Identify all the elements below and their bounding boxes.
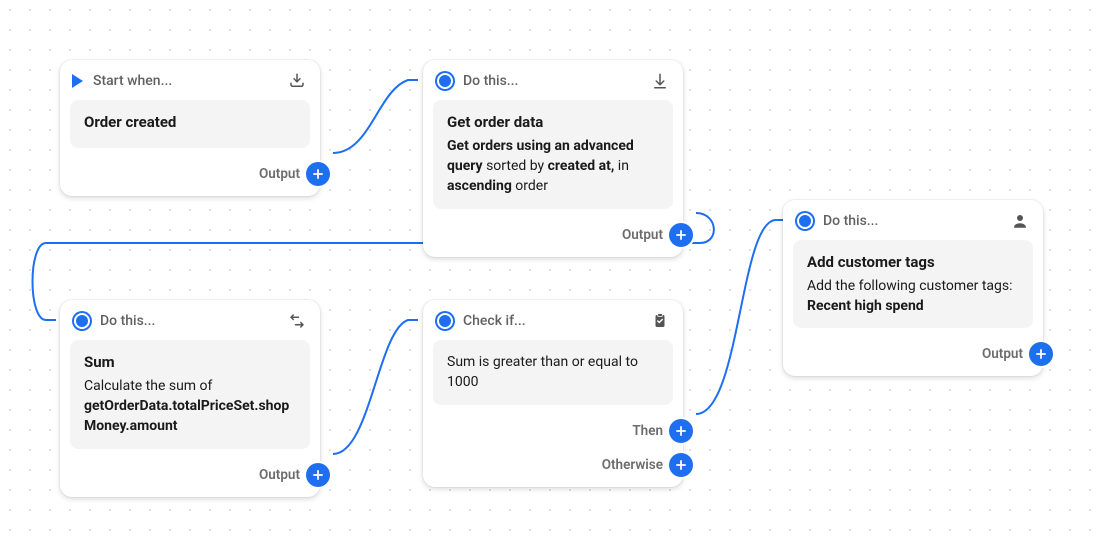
then-label: Then (632, 423, 663, 439)
node-dot-icon (437, 313, 453, 329)
add-output-button[interactable] (306, 162, 330, 186)
node-dot-icon (437, 73, 453, 89)
transform-icon (288, 312, 306, 330)
node-trigger[interactable]: Start when... Order created Output (60, 60, 320, 196)
node-add-customer-tags[interactable]: Do this... Add customer tags Add the fol… (783, 200, 1043, 376)
node-title: Get order data (447, 112, 659, 134)
node-desc: Add the following customer tags: Recent … (807, 276, 1019, 317)
node-title: Add customer tags (807, 252, 1019, 274)
play-icon (72, 74, 83, 88)
node-desc: Get orders using an advanced query sorte… (447, 136, 659, 197)
node-header-label: Do this... (463, 73, 518, 89)
add-then-button[interactable] (669, 419, 693, 443)
clipboard-icon (651, 312, 669, 330)
node-header-label: Do this... (100, 313, 155, 329)
output-label: Output (259, 166, 300, 182)
node-get-order-data[interactable]: Do this... Get order data Get orders usi… (423, 60, 683, 257)
add-otherwise-button[interactable] (669, 453, 693, 477)
add-output-button[interactable] (1029, 342, 1053, 366)
node-desc: Sum is greater than or equal to 1000 (447, 352, 659, 393)
download-icon (651, 72, 669, 90)
node-dot-icon (797, 213, 813, 229)
node-body: Sum Calculate the sum of getOrderData.to… (70, 340, 310, 449)
output-label: Output (259, 467, 300, 483)
node-body: Order created (70, 100, 310, 148)
node-header-label: Check if... (463, 313, 526, 329)
otherwise-label: Otherwise (602, 457, 663, 473)
add-output-button[interactable] (306, 463, 330, 487)
node-dot-icon (74, 313, 90, 329)
node-sum[interactable]: Do this... Sum Calculate the sum of getO… (60, 300, 320, 497)
person-icon (1011, 212, 1029, 230)
node-body: Get order data Get orders using an advan… (433, 100, 673, 209)
node-body: Add customer tags Add the following cust… (793, 240, 1033, 328)
output-label: Output (622, 227, 663, 243)
node-header-label: Do this... (823, 213, 878, 229)
node-check[interactable]: Check if... Sum is greater than or equal… (423, 300, 683, 487)
node-body: Sum is greater than or equal to 1000 (433, 340, 673, 405)
node-header-label: Start when... (93, 73, 172, 89)
node-title: Order created (84, 112, 296, 134)
node-title: Sum (84, 352, 296, 374)
import-icon (288, 72, 306, 90)
output-label: Output (982, 346, 1023, 362)
node-desc: Calculate the sum of getOrderData.totalP… (84, 376, 296, 437)
add-output-button[interactable] (669, 223, 693, 247)
